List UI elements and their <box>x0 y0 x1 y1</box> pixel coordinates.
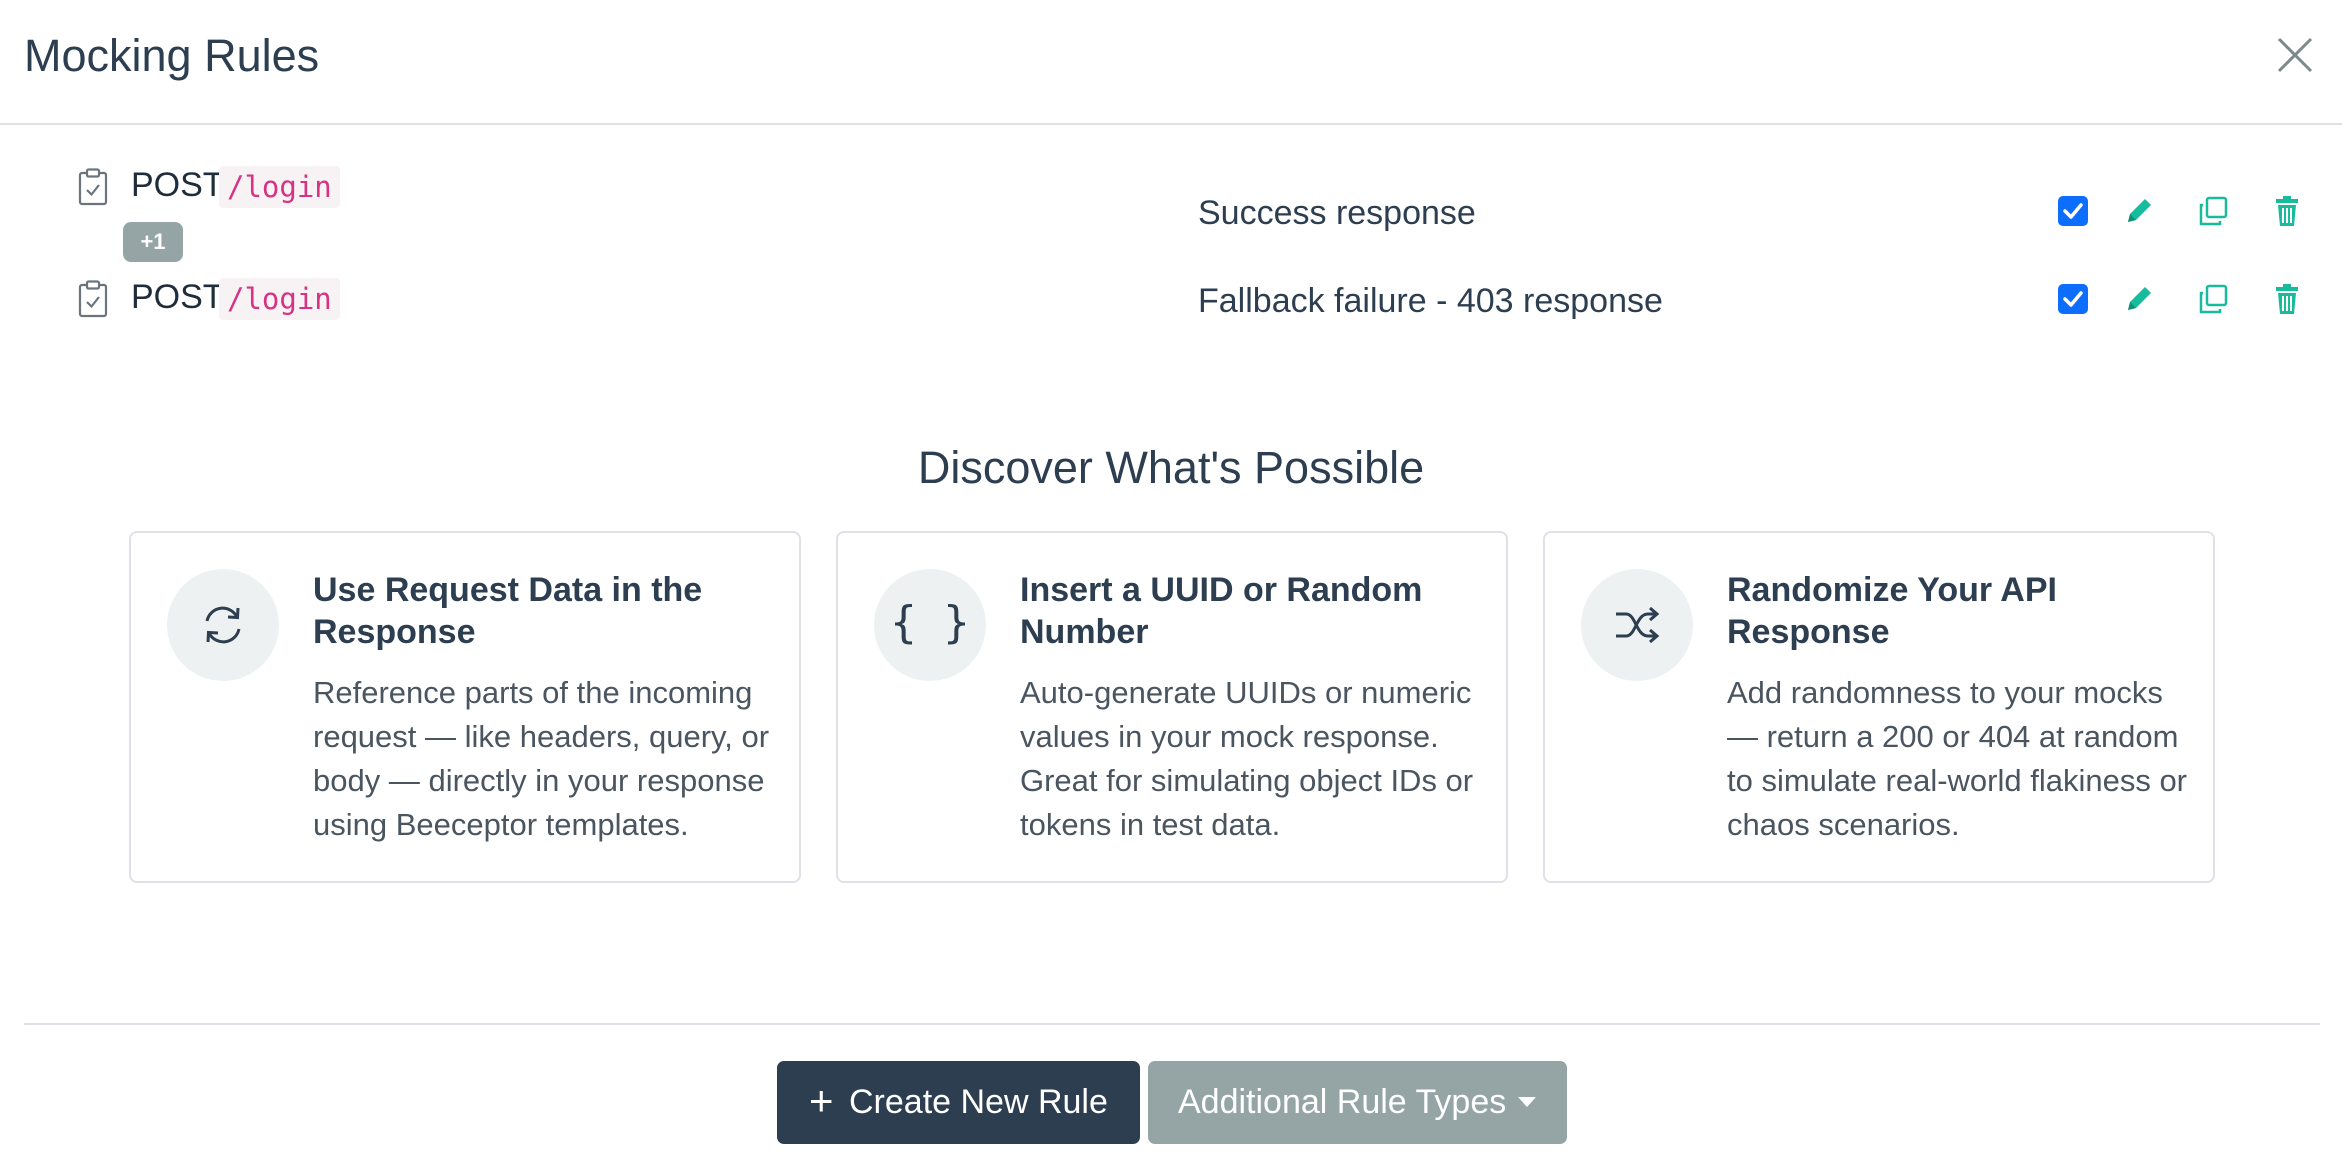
feature-card-uuid[interactable]: { } Insert a UUID or Random Number Auto-… <box>836 531 1508 883</box>
copy-icon[interactable] <box>2195 281 2231 317</box>
rule-method: POST <box>131 166 224 204</box>
rule-count-badge: +1 <box>123 222 183 262</box>
clipboard-check-icon <box>78 168 108 206</box>
pencil-icon[interactable] <box>2121 193 2157 229</box>
caret-down-icon <box>1518 1097 1536 1107</box>
plus-icon: + <box>809 1077 834 1124</box>
feature-card-randomize[interactable]: Randomize Your API Response Add randomne… <box>1543 531 2215 883</box>
card-title: Randomize Your API Response <box>1727 571 2057 651</box>
pencil-icon[interactable] <box>2121 281 2157 317</box>
shuffle-icon <box>1581 569 1693 681</box>
trash-icon[interactable] <box>2269 281 2305 317</box>
card-title: Use Request Data in the Response <box>313 571 703 651</box>
card-body: Auto-generate UUIDs or numeric values in… <box>1020 675 1474 842</box>
copy-icon[interactable] <box>2195 193 2231 229</box>
trash-icon[interactable] <box>2269 193 2305 229</box>
rule-path[interactable]: /login <box>219 278 340 320</box>
create-new-rule-label: Create New Rule <box>849 1083 1108 1121</box>
rule-description[interactable]: Fallback failure - 403 response <box>1198 280 1663 322</box>
close-icon[interactable] <box>2270 30 2320 80</box>
card-body: Add randomness to your mocks — return a … <box>1727 675 2188 842</box>
enable-rule-checkbox[interactable] <box>2055 281 2091 317</box>
rule-actions <box>2055 193 2315 233</box>
enable-rule-checkbox[interactable] <box>2055 193 2091 229</box>
additional-rule-types-label: Additional Rule Types <box>1178 1083 1507 1121</box>
mocking-rules-modal: Mocking Rules POST /login Success respon… <box>0 0 2342 1168</box>
modal-header: Mocking Rules <box>0 0 2342 125</box>
additional-rule-types-dropdown[interactable]: Additional Rule Types <box>1148 1061 1567 1144</box>
rule-actions <box>2055 281 2315 321</box>
clipboard-check-icon <box>78 280 108 318</box>
refresh-icon <box>167 569 279 681</box>
card-body: Reference parts of the incoming request … <box>313 675 770 842</box>
rule-method: POST <box>131 278 224 316</box>
card-title: Insert a UUID or Random Number <box>1020 571 1423 651</box>
discover-title: Discover What's Possible <box>917 442 1425 493</box>
create-new-rule-button[interactable]: + Create New Rule <box>777 1061 1140 1144</box>
modal-title: Mocking Rules <box>24 30 320 81</box>
feature-card-request-data[interactable]: Use Request Data in the Response Referen… <box>129 531 801 883</box>
footer-divider <box>24 1023 2320 1025</box>
curly-braces-icon: { } <box>874 569 986 681</box>
rule-description[interactable]: Success response <box>1198 192 1476 234</box>
rule-path[interactable]: /login <box>219 166 340 208</box>
